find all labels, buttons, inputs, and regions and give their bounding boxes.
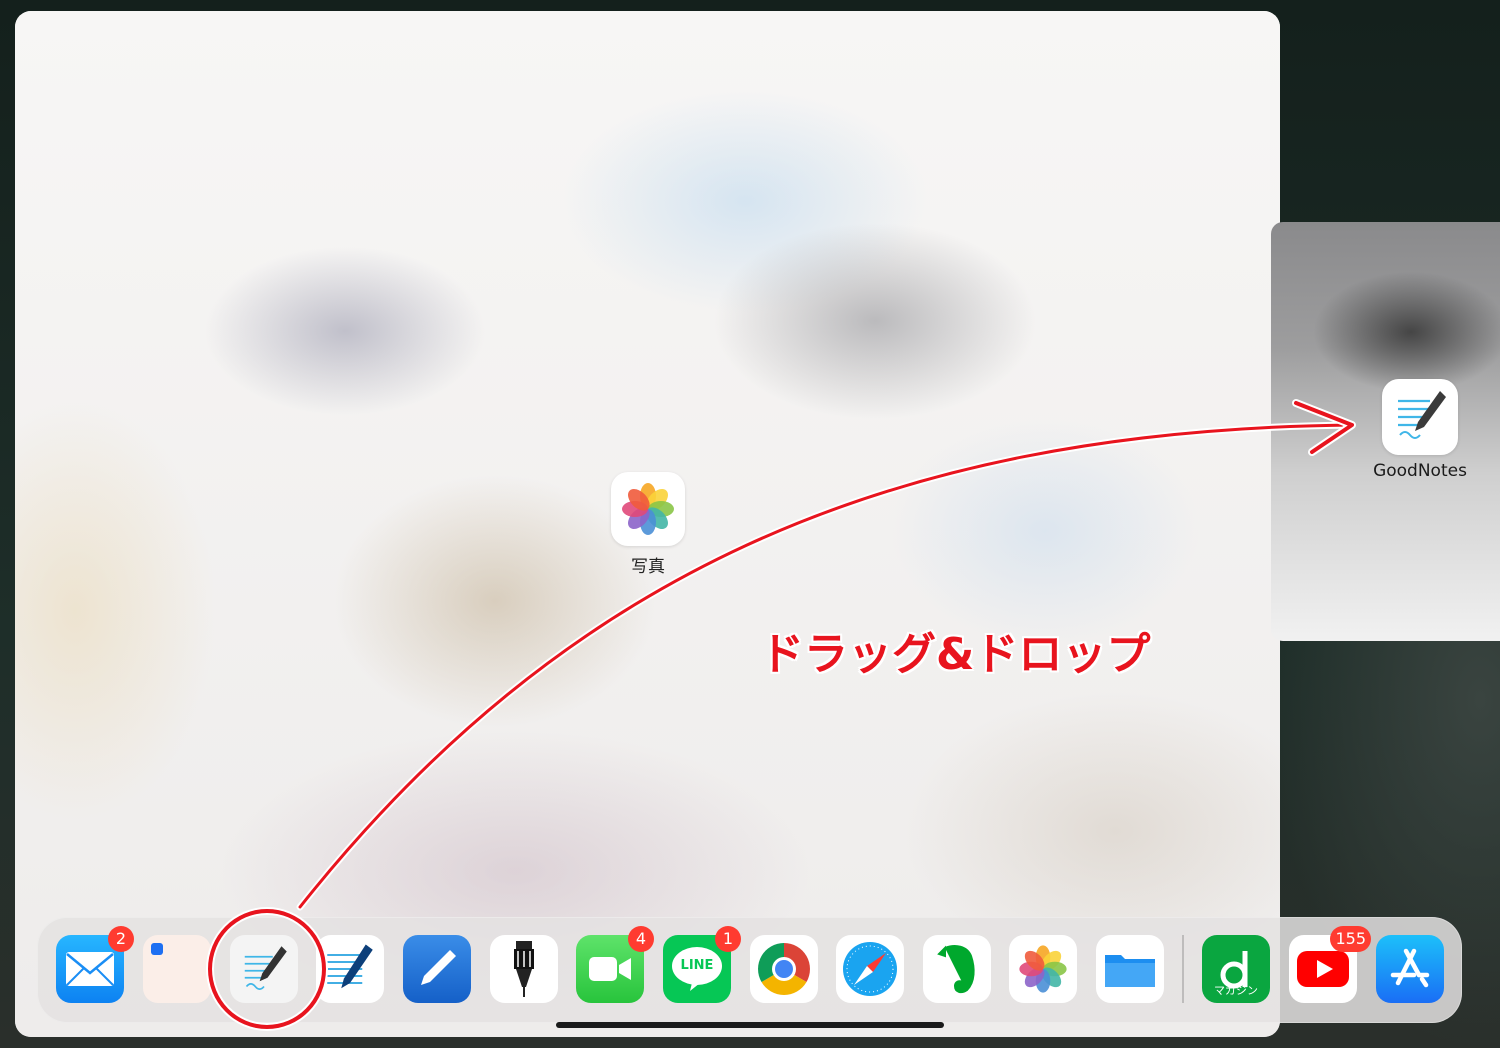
notes-pen-icon [327,944,373,989]
dock-evernote[interactable] [923,935,991,1003]
line-icon-text: LINE [680,958,714,973]
evernote-icon [937,945,975,994]
facetime-badge: 4 [628,926,654,952]
dock-notes-pen[interactable] [316,935,384,1003]
files-icon [1105,955,1155,987]
app-store-icon [1390,948,1430,988]
dock-pen-app[interactable] [403,935,471,1003]
dock-chrome[interactable] [750,935,818,1003]
dock-divider [1182,935,1184,1003]
chrome-icon [758,943,810,995]
photos-icon [1019,945,1067,993]
drag-and-drop-annotation: ドラッグ&ドロップ [760,629,1151,680]
dock-files[interactable] [1096,935,1164,1003]
dock-facetime[interactable]: 4 [576,926,654,1003]
dock-mail[interactable]: 2 [56,926,134,1003]
pen-app-icon [421,950,456,985]
facetime-icon [589,957,631,981]
home-indicator[interactable] [556,1022,944,1028]
blank-app-icon [151,943,163,955]
dock-line[interactable]: LINE 1 [663,926,741,1003]
dock-safari[interactable] [836,935,904,1003]
pen-nib-icon [514,941,534,997]
dock-blank-app[interactable] [143,935,211,1003]
mail-badge: 2 [108,926,134,952]
drag-arrow-overlay [296,399,1356,911]
dock-youtube[interactable]: 155 [1289,926,1371,1003]
mail-icon [66,952,114,986]
dock-pen-nib[interactable] [490,935,558,1003]
dock-app-store[interactable] [1376,935,1444,1003]
youtube-badge: 155 [1330,926,1371,952]
drag-source-highlight [208,909,326,1029]
youtube-icon [1297,951,1349,987]
dock-d-magazine[interactable]: マガジン [1202,935,1270,1003]
d-magazine-icon-text: マガジン [1214,984,1258,997]
dock-photos[interactable] [1009,935,1077,1003]
safari-icon [843,942,897,996]
line-badge: 1 [715,926,741,952]
